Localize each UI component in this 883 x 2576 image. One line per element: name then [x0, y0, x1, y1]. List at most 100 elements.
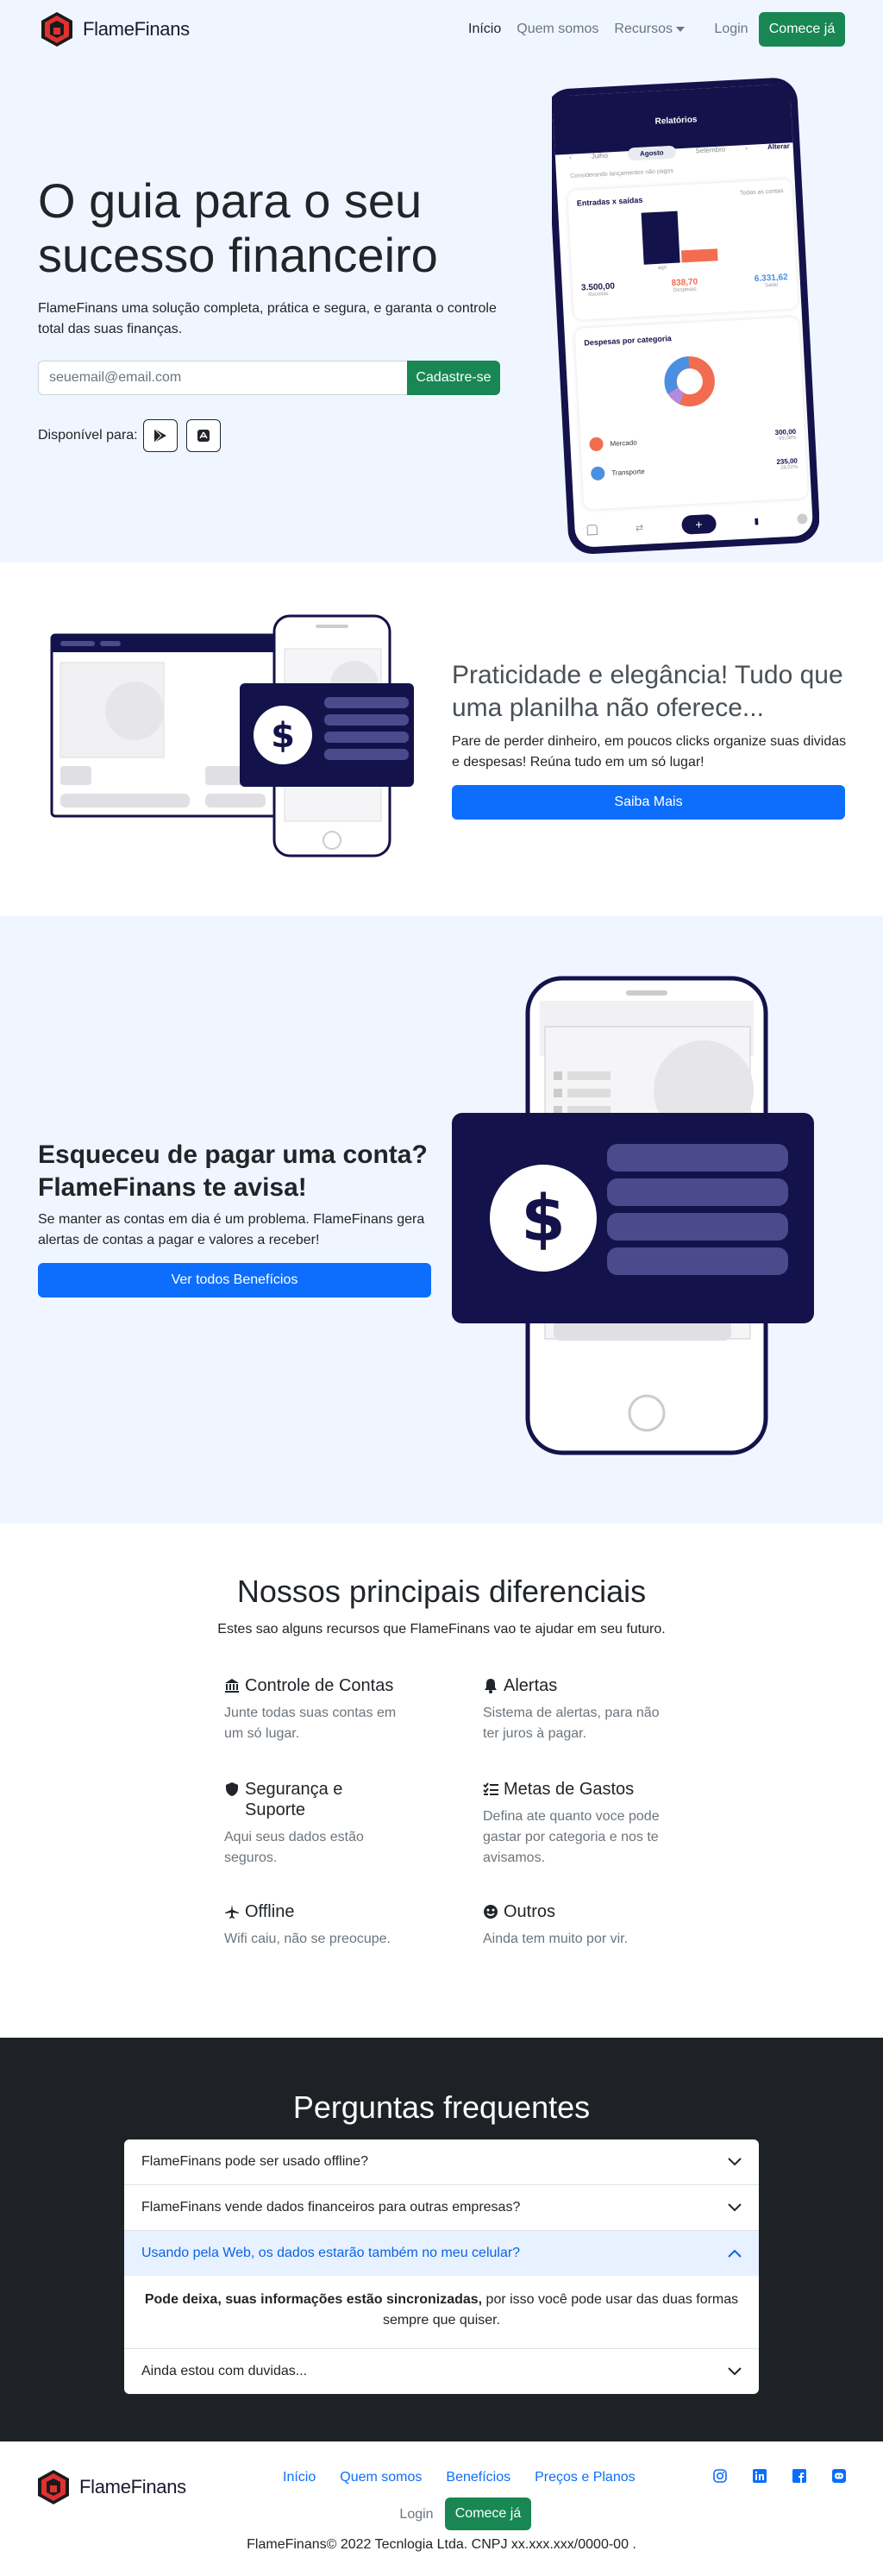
- phone-filter: Alterar: [767, 141, 790, 151]
- faq-question: FlameFinans vende dados financeiros para…: [141, 2200, 521, 2215]
- bell-icon: [483, 1677, 498, 1694]
- chart-icon: ▮: [754, 516, 760, 526]
- feature-text: Ainda tem muito por vir.: [483, 1932, 629, 1946]
- caret-down-icon: [675, 27, 685, 32]
- feature-text: Wifi caiu, não se preocupe.: [224, 1932, 391, 1946]
- feature-metas: Metas de Gastos Defina ate quanto voce p…: [483, 1779, 666, 1869]
- feature-outros: Outros Ainda tem muito por vir.: [483, 1901, 666, 1950]
- faq-question: Ainda estou com duvidas...: [141, 2364, 308, 2378]
- feature-controle-contas: Controle de Contas Junte todas suas cont…: [224, 1675, 407, 1744]
- discord-icon[interactable]: [831, 2468, 847, 2484]
- footer-link-precos[interactable]: Preços e Planos: [535, 2470, 636, 2485]
- feature-alertas: Alertas Sistema de alertas, para não ter…: [483, 1675, 666, 1744]
- chevron-down-icon: [728, 2367, 742, 2376]
- chevron-up-icon: [728, 2249, 742, 2258]
- bank-icon: [224, 1677, 240, 1694]
- faq-question-button[interactable]: Usando pela Web, os dados estarão também…: [124, 2231, 759, 2276]
- category-name: Transporte: [611, 467, 645, 477]
- phone-chart-title: Entradas x saídas: [576, 195, 643, 208]
- flame-logo-icon: [41, 12, 72, 47]
- nav-link-inicio[interactable]: Início: [468, 22, 501, 37]
- phone-stats: 3.500,00 Receitas 838,70 Despesas 6.331,…: [581, 273, 789, 298]
- faq-section: Perguntas frequentes FlameFinans pode se…: [0, 2038, 883, 2441]
- facebook-icon[interactable]: [792, 2468, 807, 2484]
- signup-button[interactable]: Cadastre-se: [407, 361, 500, 395]
- phone-hint: Considerando lançamentos não pagos: [570, 167, 674, 180]
- email-input[interactable]: [38, 361, 407, 395]
- flame-logo-icon: [38, 2470, 69, 2504]
- home-icon: [586, 524, 598, 536]
- feature-text: Sistema de alertas, para não ter juros à…: [483, 1706, 660, 1741]
- copyright-text: FlameFinans© 2022 Tecnlogia Ltda. CNPJ x…: [247, 2537, 636, 2552]
- phone-report-header: Relatórios: [654, 115, 698, 127]
- chevron-left-icon: ‹: [568, 153, 572, 161]
- faq-question-button[interactable]: FlameFinans vende dados financeiros para…: [124, 2185, 759, 2230]
- faq-question-button[interactable]: Ainda estou com duvidas...: [124, 2349, 759, 2394]
- bus-icon: [590, 466, 605, 481]
- differentials-subtitle: Estes sao alguns recursos que FlameFinan…: [217, 1622, 666, 1637]
- feature-section-planilha: $ Praticidade e elegância! Tudo que uma …: [0, 562, 883, 916]
- category-pct: 69,08%: [778, 435, 797, 442]
- feature-title: Outros: [504, 1902, 556, 1921]
- hero-section: O guia para o seu sucesso financeiro Fla…: [0, 60, 883, 562]
- feature-title: Metas de Gastos: [504, 1780, 635, 1799]
- stat-income: 3.500,00 Receitas: [581, 282, 616, 298]
- faq-accordion: FlameFinans pode ser usado offline? Flam…: [124, 2139, 759, 2394]
- footer-brand-name: FlameFinans: [79, 2476, 186, 2497]
- google-play-button[interactable]: [142, 419, 178, 452]
- month-next: Setembro: [695, 145, 726, 154]
- phone-month-selector: ‹ Julho Agosto Setembro › Alterar: [569, 136, 791, 166]
- add-icon: +: [680, 513, 717, 535]
- feature-title: Segurança e Suporte: [245, 1780, 343, 1819]
- faq-item-open: Usando pela Web, os dados estarão também…: [124, 2231, 759, 2349]
- nav-links: Início Quem somos Recursos: [468, 22, 685, 37]
- feature-text: Aqui seus dados estão seguros.: [224, 1830, 364, 1865]
- app-store-button[interactable]: [185, 419, 221, 452]
- footer-link-inicio[interactable]: Início: [283, 2470, 316, 2485]
- svg-text:$: $: [521, 1182, 566, 1256]
- app-store-icon: [197, 430, 210, 442]
- feature-title: Alertas: [504, 1676, 558, 1695]
- brand-logo[interactable]: FlameFinans: [38, 10, 190, 48]
- chevron-right-icon: ›: [744, 143, 748, 152]
- stat-expense: 838,70 Despesas: [671, 277, 698, 293]
- login-button[interactable]: Login: [704, 14, 759, 45]
- feature2-text: Se manter as contas em dia é um problema…: [38, 1212, 425, 1247]
- nav-link-quem-somos[interactable]: Quem somos: [517, 22, 598, 37]
- faq-question: FlameFinans pode ser usado offline?: [141, 2154, 368, 2169]
- footer-brand-logo[interactable]: FlameFinans: [34, 2468, 186, 2506]
- page: FlameFinans Início Quem somos Recursos L…: [0, 0, 883, 2576]
- differentials-section: Nossos principais diferenciais Estes sao…: [0, 1524, 883, 2038]
- stat-expense-label: Despesas: [673, 286, 697, 293]
- footer: FlameFinans Início Quem somos Benefícios…: [0, 2441, 883, 2576]
- footer-login-button[interactable]: Login: [386, 2499, 447, 2530]
- linkedin-icon[interactable]: [752, 2468, 767, 2484]
- footer-link-beneficios[interactable]: Benefícios: [446, 2470, 510, 2485]
- faq-answer-bold: Pode deixa, suas informações estão sincr…: [144, 2292, 483, 2307]
- footer-links: Início Quem somos Benefícios Preços e Pl…: [283, 2470, 636, 2485]
- learn-more-button[interactable]: Saiba Mais: [452, 785, 845, 820]
- faq-question-button[interactable]: FlameFinans pode ser usado offline?: [124, 2139, 759, 2184]
- stat-balance: 6.331,62 Saldo: [755, 273, 789, 289]
- feature1-text: Pare de perder dinheiro, em poucos click…: [452, 734, 847, 770]
- all-benefits-button[interactable]: Ver todos Benefícios: [38, 1263, 431, 1297]
- differentials-title: Nossos principais diferenciais: [236, 1574, 647, 1609]
- instagram-icon[interactable]: [712, 2468, 728, 2484]
- feature-offline: Offline Wifi caiu, não se preocupe.: [224, 1901, 407, 1950]
- feature-text: Junte todas suas contas em um só lugar.: [224, 1706, 397, 1741]
- get-started-button[interactable]: Comece já: [759, 12, 845, 47]
- footer-get-started-button[interactable]: Comece já: [445, 2497, 531, 2530]
- brand-name: FlameFinans: [83, 18, 190, 40]
- phone-tab-bar: ⇄ + ▮: [586, 508, 808, 540]
- feature-title: Controle de Contas: [245, 1676, 394, 1695]
- chevron-down-icon: [728, 2203, 742, 2212]
- transfer-icon: ⇄: [635, 522, 644, 534]
- phone-chart-filter: Todas as contas: [739, 188, 784, 197]
- nav-link-recursos[interactable]: Recursos: [614, 22, 685, 37]
- google-play-icon: [153, 428, 166, 443]
- phone-screen: Relatórios ‹ Julho Agosto Setembro › Alt…: [547, 79, 826, 557]
- smile-icon: [483, 1903, 498, 1920]
- income-bar: [641, 210, 680, 265]
- phone-category-card: Despesas por categoria Mercado 300,00 69…: [574, 317, 809, 510]
- footer-link-quem-somos[interactable]: Quem somos: [340, 2470, 422, 2485]
